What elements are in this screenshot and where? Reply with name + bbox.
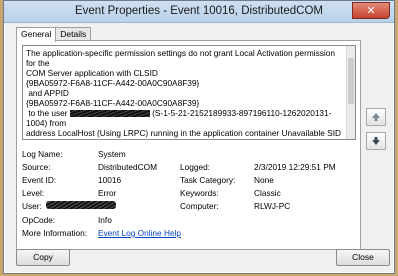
scrollbar-thumb[interactable] bbox=[348, 58, 354, 104]
log-name-label: Log Name: bbox=[22, 149, 63, 159]
event-description-box[interactable]: The application-specific permission sett… bbox=[22, 45, 356, 140]
description-scrollbar[interactable] bbox=[346, 46, 355, 139]
tab-details[interactable]: Details bbox=[55, 27, 92, 41]
tab-general[interactable]: General bbox=[16, 27, 57, 42]
field-row-event-id: Event ID: 10016 Task Category: None bbox=[22, 175, 357, 186]
logged-label: Logged: bbox=[180, 162, 210, 172]
desc-line: and APPID bbox=[26, 88, 69, 98]
event-fields: Log Name: System Source: DistributedCOM … bbox=[22, 149, 357, 244]
event-properties-window: Event Properties - Event 10016, Distribu… bbox=[3, 0, 395, 274]
opcode-value: Info bbox=[98, 215, 112, 225]
computer-label: Computer: bbox=[180, 201, 219, 211]
field-row-source: Source: DistributedCOM Logged: 2/3/2019 … bbox=[22, 162, 357, 173]
desc-line: The application-specific permission sett… bbox=[26, 48, 338, 68]
source-value: DistributedCOM bbox=[98, 162, 158, 172]
redacted-username bbox=[69, 110, 150, 117]
title-bar[interactable]: Event Properties - Event 10016, Distribu… bbox=[4, 1, 394, 23]
desc-line: to the user bbox=[26, 108, 70, 118]
window-title: Event Properties - Event 10016, Distribu… bbox=[74, 5, 323, 17]
opcode-label: OpCode: bbox=[22, 215, 56, 225]
desc-line: address LocalHost (Using LRPC) running i… bbox=[26, 128, 341, 138]
up-arrow-icon bbox=[372, 113, 380, 121]
task-category-value: None bbox=[254, 175, 274, 185]
general-tab-panel: The application-specific permission sett… bbox=[16, 40, 361, 250]
close-button[interactable]: Close bbox=[336, 249, 390, 266]
more-info-label: More Information: bbox=[22, 228, 88, 238]
field-row-log-name: Log Name: System bbox=[22, 149, 357, 160]
keywords-label: Keywords: bbox=[180, 188, 219, 198]
desc-line: COM Server application with CLSID bbox=[26, 68, 158, 78]
event-id-value: 10016 bbox=[98, 175, 122, 185]
level-label: Level: bbox=[22, 188, 45, 198]
log-name-value: System bbox=[98, 149, 126, 159]
next-event-button[interactable] bbox=[366, 132, 386, 150]
field-row-opcode: OpCode: Info bbox=[22, 215, 357, 226]
dialog-body: General Details The application-specific… bbox=[8, 24, 390, 269]
user-label: User: bbox=[22, 201, 42, 211]
event-id-label: Event ID: bbox=[22, 175, 57, 185]
field-row-level: Level: Error Keywords: Classic bbox=[22, 188, 357, 199]
copy-button[interactable]: Copy bbox=[16, 249, 70, 266]
down-arrow-icon bbox=[372, 137, 380, 145]
event-description-text: The application-specific permission sett… bbox=[26, 48, 346, 138]
tab-strip: General Details bbox=[16, 27, 92, 42]
field-row-more-info: More Information: Event Log Online Help bbox=[22, 228, 357, 239]
window-close-button[interactable]: ✕ bbox=[352, 2, 390, 19]
redacted-user-value bbox=[46, 201, 116, 209]
computer-value: RLWJ-PC bbox=[254, 201, 291, 211]
task-category-label: Task Category: bbox=[180, 175, 236, 185]
logged-value: 2/3/2019 12:29:51 PM bbox=[254, 162, 336, 172]
event-log-online-help-link[interactable]: Event Log Online Help bbox=[98, 228, 181, 238]
source-label: Source: bbox=[22, 162, 51, 172]
field-row-user: User: Computer: RLWJ-PC bbox=[22, 201, 357, 212]
keywords-value: Classic bbox=[254, 188, 281, 198]
desc-line: {9BA05972-F6A8-11CF-A442-00A0C90A8F39} bbox=[26, 78, 200, 88]
previous-event-button[interactable] bbox=[366, 108, 386, 126]
desc-line: {9BA05972-F6A8-11CF-A442-00A0C90A8F39} bbox=[26, 98, 200, 108]
level-value: Error bbox=[98, 188, 117, 198]
